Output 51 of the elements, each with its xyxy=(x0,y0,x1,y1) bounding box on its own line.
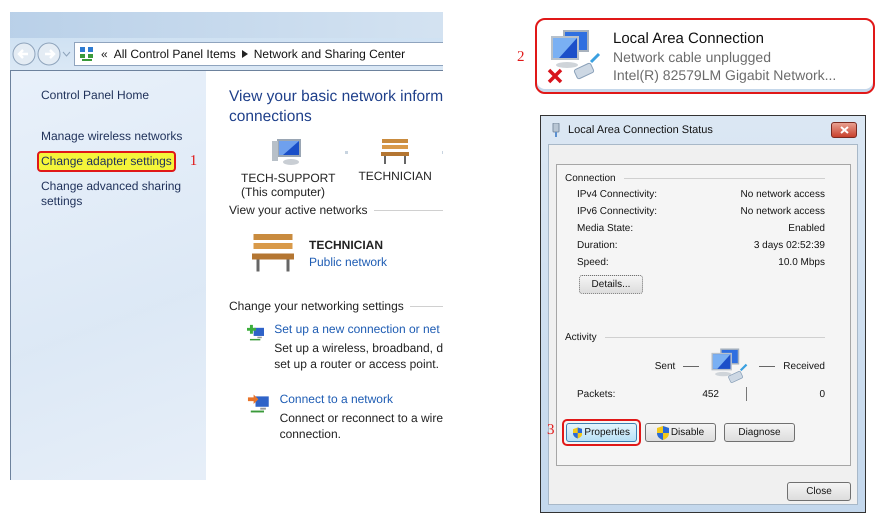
setting-description: Connect or reconnect to a wire connection. xyxy=(280,410,443,442)
packets-label: Packets: xyxy=(577,388,616,400)
dialog-title: Local Area Connection Status xyxy=(568,124,714,136)
page-title: connections xyxy=(229,107,313,127)
breadcrumb-item[interactable]: Network and Sharing Center xyxy=(254,47,406,61)
setting-description: Set up a wireless, broadband, d set up a router or access point. xyxy=(274,340,443,372)
sidebar-link[interactable]: Manage wireless networks xyxy=(37,126,186,147)
setting-link[interactable]: Set up a new connection or net xyxy=(274,321,443,337)
network-map-label: TECH-SUPPORT xyxy=(241,171,336,185)
received-label: Received xyxy=(783,360,825,372)
property-label: Speed: xyxy=(577,257,609,269)
group-heading: Connection xyxy=(565,173,616,184)
sent-label: Sent xyxy=(654,360,676,372)
network-map-label: TECHNICIAN xyxy=(358,169,432,183)
dialog-button[interactable]: Properties xyxy=(566,423,637,442)
breadcrumb-overflow[interactable]: « xyxy=(101,47,108,61)
callout-number: 1 xyxy=(190,153,198,170)
details-button[interactable]: Details... xyxy=(579,275,643,294)
sidebar-link[interactable]: Change advanced sharing settings xyxy=(37,176,198,212)
packets-sent-value: 452 xyxy=(701,388,719,400)
network-name: TECHNICIAN xyxy=(309,238,384,252)
property-value: 10.0 Mbps xyxy=(778,257,825,269)
dialog-button[interactable]: Diagnose xyxy=(724,423,795,442)
property-value: No network access xyxy=(740,189,825,201)
dialog-button[interactable]: Disable xyxy=(645,423,716,442)
property-label: IPv6 Connectivity: xyxy=(577,206,658,218)
adapter-device: Intel(R) 82579LM Gigabit Network... xyxy=(613,66,836,82)
callout-number: 3 xyxy=(547,422,554,439)
breadcrumb-item[interactable]: All Control Panel Items xyxy=(114,47,236,61)
property-value: 3 days 02:52:39 xyxy=(754,240,825,252)
callout-number: 2 xyxy=(517,49,524,66)
section-heading: Change your networking settings xyxy=(229,299,404,313)
sidebar-link[interactable]: Change adapter settings xyxy=(37,151,176,172)
packets-received-value: 0 xyxy=(818,388,825,400)
adapter-name: Local Area Connection xyxy=(613,30,765,46)
network-type-link[interactable]: Public network xyxy=(309,255,388,269)
page-title: View your basic network inform xyxy=(229,87,443,107)
network-adapter-item[interactable]: Local Area Connection Network cable unplugged Intel(R) 82579LM Gigabit Network... xyxy=(535,18,875,94)
sidebar-link[interactable]: Control Panel Home xyxy=(37,85,154,106)
network-map-sublabel: (This computer) xyxy=(241,185,326,199)
setting-link[interactable]: Connect to a network xyxy=(280,391,443,407)
section-heading: View your active networks xyxy=(229,203,368,217)
adapter-status: Network cable unplugged xyxy=(613,48,772,64)
property-value: Enabled xyxy=(788,223,825,235)
property-label: Duration: xyxy=(577,240,618,252)
property-label: Media State: xyxy=(577,223,634,235)
property-value: No network access xyxy=(740,206,825,218)
group-heading: Activity xyxy=(565,332,597,343)
close-dialog-button[interactable]: Close xyxy=(787,482,851,501)
address-bar[interactable]: « All Control Panel Items Network and Sharing Center xyxy=(74,42,443,66)
property-label: IPv4 Connectivity: xyxy=(577,189,658,201)
